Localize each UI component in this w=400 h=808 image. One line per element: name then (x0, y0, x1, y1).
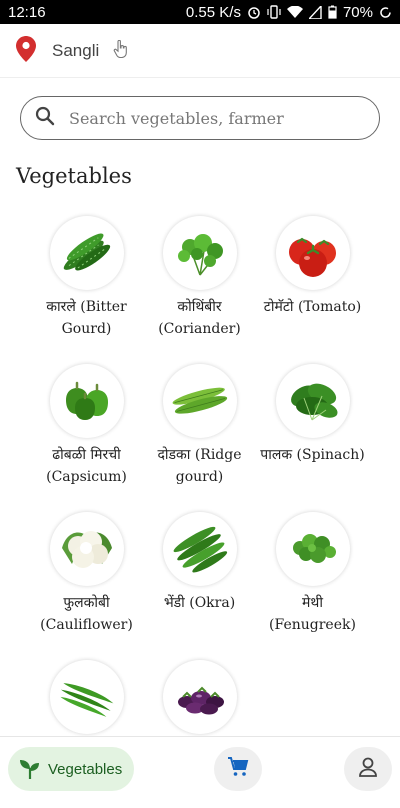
vegetable-item-fenugreek[interactable]: मेथी (Fenugreek) (256, 512, 369, 660)
wifi-icon (286, 5, 303, 19)
vegetable-item-capsicum[interactable]: ढोबळी मिरची (Capsicum) (30, 364, 143, 512)
status-bar: 12:16 0.55 K/s 70% (0, 0, 400, 24)
cauliflower-icon (49, 512, 124, 586)
vegetable-item-cauliflower[interactable]: फुलकोबी (Cauliflower) (30, 512, 143, 660)
network-speed: 0.55 K/s (185, 3, 241, 21)
spinach-icon (275, 364, 350, 438)
vegetable-label: कोथिंबीर (Coriander) (158, 299, 241, 337)
battery-percent: 70% (342, 3, 373, 21)
capsicum-icon (49, 364, 124, 438)
vibrate-icon (267, 5, 281, 19)
vegetable-item-okra[interactable]: भेंडी (Okra) (143, 512, 256, 660)
vegetable-item-bitter-gourd[interactable]: कारले (Bitter Gourd) (30, 216, 143, 364)
vegetable-label: मेथी (Fenugreek) (269, 595, 356, 633)
vegetable-label: कारले (Bitter Gourd) (46, 299, 127, 337)
coriander-icon (162, 216, 237, 290)
location-selector[interactable]: Sangli (0, 24, 400, 78)
brinjal-icon (162, 660, 237, 734)
vegetable-label: पालक (Spinach) (260, 447, 365, 463)
cart-icon (227, 756, 249, 782)
nav-profile-button[interactable] (344, 747, 392, 791)
user-icon (357, 756, 379, 782)
sprout-icon (18, 757, 42, 781)
tomato-icon (275, 216, 350, 290)
vegetable-label: टोमॅटो (Tomato) (263, 299, 362, 315)
vegetable-item-ridge-gourd[interactable]: दोडका (Ridge gourd) (143, 364, 256, 512)
nav-vegetables-tab[interactable]: Vegetables (8, 747, 134, 791)
battery-icon (328, 5, 337, 19)
nav-vegetables-label: Vegetables (48, 760, 123, 778)
ridge-gourd-icon (162, 364, 237, 438)
vegetable-item-spinach[interactable]: पालक (Spinach) (256, 364, 369, 512)
nav-cart-button[interactable] (214, 747, 262, 791)
section-title: Vegetables (16, 164, 132, 188)
alarm-icon (247, 5, 261, 19)
vegetable-label: भेंडी (Okra) (163, 595, 236, 611)
vegetable-item-tomato[interactable]: टोमॅटो (Tomato) (256, 216, 369, 364)
search-icon (35, 106, 55, 130)
location-city: Sangli (52, 40, 100, 60)
sync-icon (379, 6, 392, 19)
location-pin-icon (16, 35, 36, 66)
status-icons: 0.55 K/s 70% (186, 4, 392, 21)
status-time: 12:16 (8, 3, 46, 21)
vegetable-grid: कारले (Bitter Gourd) कोथिंबीर (Coriander… (30, 216, 370, 808)
fenugreek-icon (275, 512, 350, 586)
signal-icon (308, 5, 322, 19)
search-input[interactable] (67, 107, 361, 129)
okra-icon (162, 512, 237, 586)
bottom-navigation: Vegetables (0, 736, 400, 801)
hand-pointer-icon (113, 39, 128, 62)
search-bar[interactable] (20, 96, 380, 140)
green-chilli-icon (49, 660, 124, 734)
vegetable-label: ढोबळी मिरची (Capsicum) (46, 447, 127, 485)
vegetable-item-coriander[interactable]: कोथिंबीर (Coriander) (143, 216, 256, 364)
bitter-gourd-icon (49, 216, 124, 290)
vegetable-label: फुलकोबी (Cauliflower) (40, 595, 133, 633)
vegetable-label: दोडका (Ridge gourd) (157, 447, 242, 485)
